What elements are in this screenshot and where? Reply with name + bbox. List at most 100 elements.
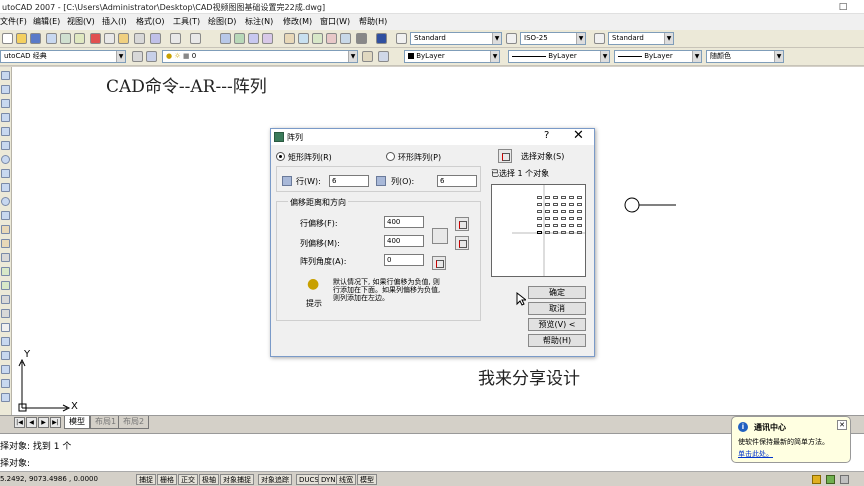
make-block-icon[interactable] xyxy=(1,239,10,248)
menu-format[interactable]: 格式(O) xyxy=(136,16,165,27)
properties-icon[interactable] xyxy=(284,33,295,44)
menu-view[interactable]: 视图(V) xyxy=(67,16,95,27)
pan-icon[interactable] xyxy=(220,33,231,44)
point-icon[interactable] xyxy=(1,253,10,262)
pick-angle-button[interactable] xyxy=(432,256,446,270)
layer-previous-icon[interactable] xyxy=(378,51,389,62)
spline-icon[interactable] xyxy=(1,183,10,192)
help-icon[interactable] xyxy=(376,33,387,44)
hatch-icon[interactable] xyxy=(1,267,10,276)
communication-center-icon[interactable] xyxy=(812,475,821,484)
grid-toggle[interactable]: 栅格 xyxy=(157,474,177,485)
pick-row-offset-button[interactable] xyxy=(455,217,469,231)
text-style-combo[interactable]: Standard ▼ xyxy=(410,32,502,45)
array-angle-input[interactable]: 0 xyxy=(384,254,424,266)
calculator-icon[interactable] xyxy=(356,33,367,44)
redo-icon[interactable] xyxy=(190,33,201,44)
menu-edit[interactable]: 编辑(E) xyxy=(33,16,60,27)
tab-layout1[interactable]: 布局1 xyxy=(90,416,122,429)
preview-button[interactable]: 预览(V) < xyxy=(528,318,586,331)
rect-array-label[interactable]: 矩形阵列(R) xyxy=(288,152,332,163)
ortho-toggle[interactable]: 正交 xyxy=(178,474,198,485)
row-offset-input[interactable]: 400 xyxy=(384,216,424,228)
zoom-previous-icon[interactable] xyxy=(262,33,273,44)
pick-both-offsets-button[interactable] xyxy=(432,228,448,244)
arc-icon[interactable] xyxy=(1,141,10,150)
paste-icon[interactable] xyxy=(118,33,129,44)
next-tab-button[interactable]: ▶ xyxy=(38,417,49,428)
layer-manager-icon[interactable] xyxy=(146,51,157,62)
notification-link[interactable]: 单击此处。 xyxy=(738,449,773,459)
revision-cloud-icon[interactable] xyxy=(1,169,10,178)
notification-close-button[interactable]: ✕ xyxy=(837,420,847,430)
erase-icon[interactable] xyxy=(1,337,10,346)
pick-column-offset-button[interactable] xyxy=(455,236,469,250)
polyline-icon[interactable] xyxy=(1,99,10,108)
ellipse-arc-icon[interactable] xyxy=(1,211,10,220)
copy-object-icon[interactable] xyxy=(1,351,10,360)
menu-dimension[interactable]: 标注(N) xyxy=(245,16,273,27)
otrack-toggle[interactable]: 对象追踪 xyxy=(258,474,292,485)
save-icon[interactable] xyxy=(30,33,41,44)
select-objects-button[interactable] xyxy=(498,149,512,163)
rect-array-radio[interactable] xyxy=(276,152,285,161)
last-tab-button[interactable]: ▶| xyxy=(50,417,61,428)
menu-insert[interactable]: 插入(I) xyxy=(102,16,127,27)
copy-icon[interactable] xyxy=(104,33,115,44)
cancel-button[interactable]: 取消 xyxy=(528,302,586,315)
new-file-icon[interactable] xyxy=(2,33,13,44)
open-file-icon[interactable] xyxy=(16,33,27,44)
ok-button[interactable]: 确定 xyxy=(528,286,586,299)
tool-palettes-icon[interactable] xyxy=(312,33,323,44)
maximize-button[interactable]: □ xyxy=(836,1,850,13)
polygon-icon[interactable] xyxy=(1,113,10,122)
menu-file[interactable]: 文件(F) xyxy=(0,16,27,27)
tab-layout2[interactable]: 布局2 xyxy=(118,416,150,429)
multiline-text-icon[interactable] xyxy=(1,323,10,332)
table-style-combo[interactable]: Standard ▼ xyxy=(608,32,674,45)
linetype-combo[interactable]: ByLayer ▼ xyxy=(508,50,610,63)
command-prompt-line[interactable]: 择对象: xyxy=(0,456,30,469)
workspace-settings-icon[interactable] xyxy=(132,51,143,62)
mirror-icon[interactable] xyxy=(1,365,10,374)
print-icon[interactable] xyxy=(46,33,57,44)
coordinates-readout[interactable]: 5.2492, 9073.4986 , 0.0000 xyxy=(0,475,98,483)
construction-line-icon[interactable] xyxy=(1,85,10,94)
polar-toggle[interactable]: 极轴 xyxy=(199,474,219,485)
lock-ui-icon[interactable] xyxy=(826,475,835,484)
dialog-close-button[interactable]: ✕ xyxy=(573,128,584,143)
offset-icon[interactable] xyxy=(1,379,10,388)
columns-input[interactable]: 6 xyxy=(437,175,477,187)
cut-icon[interactable] xyxy=(90,33,101,44)
rectangle-icon[interactable] xyxy=(1,127,10,136)
table-icon[interactable] xyxy=(1,309,10,318)
lineweight-toggle[interactable]: 线宽 xyxy=(336,474,356,485)
publish-icon[interactable] xyxy=(74,33,85,44)
insert-block-icon[interactable] xyxy=(1,225,10,234)
model-toggle[interactable]: 模型 xyxy=(357,474,377,485)
zoom-window-icon[interactable] xyxy=(248,33,259,44)
gradient-icon[interactable] xyxy=(1,281,10,290)
line-icon[interactable] xyxy=(1,71,10,80)
block-editor-icon[interactable] xyxy=(150,33,161,44)
ellipse-icon[interactable] xyxy=(1,197,10,206)
clean-screen-icon[interactable] xyxy=(840,475,849,484)
column-offset-input[interactable]: 400 xyxy=(384,235,424,247)
zoom-realtime-icon[interactable] xyxy=(234,33,245,44)
circle-icon[interactable] xyxy=(1,155,10,164)
osnap-toggle[interactable]: 对象捕捉 xyxy=(220,474,254,485)
markup-icon[interactable] xyxy=(340,33,351,44)
menu-draw[interactable]: 绘图(D) xyxy=(208,16,236,27)
menu-tools[interactable]: 工具(T) xyxy=(173,16,200,27)
menu-window[interactable]: 窗口(W) xyxy=(320,16,350,27)
snap-toggle[interactable]: 捕捉 xyxy=(136,474,156,485)
select-objects-label[interactable]: 选择对象(S) xyxy=(521,151,564,162)
prev-tab-button[interactable]: ◀ xyxy=(26,417,37,428)
sheet-set-icon[interactable] xyxy=(326,33,337,44)
region-icon[interactable] xyxy=(1,295,10,304)
match-properties-icon[interactable] xyxy=(134,33,145,44)
dim-style-combo[interactable]: ISO-25 ▼ xyxy=(520,32,586,45)
tab-model[interactable]: 模型 xyxy=(64,416,90,429)
menu-help[interactable]: 帮助(H) xyxy=(359,16,387,27)
workspace-combo[interactable]: utoCAD 经典 ▼ xyxy=(0,50,126,63)
